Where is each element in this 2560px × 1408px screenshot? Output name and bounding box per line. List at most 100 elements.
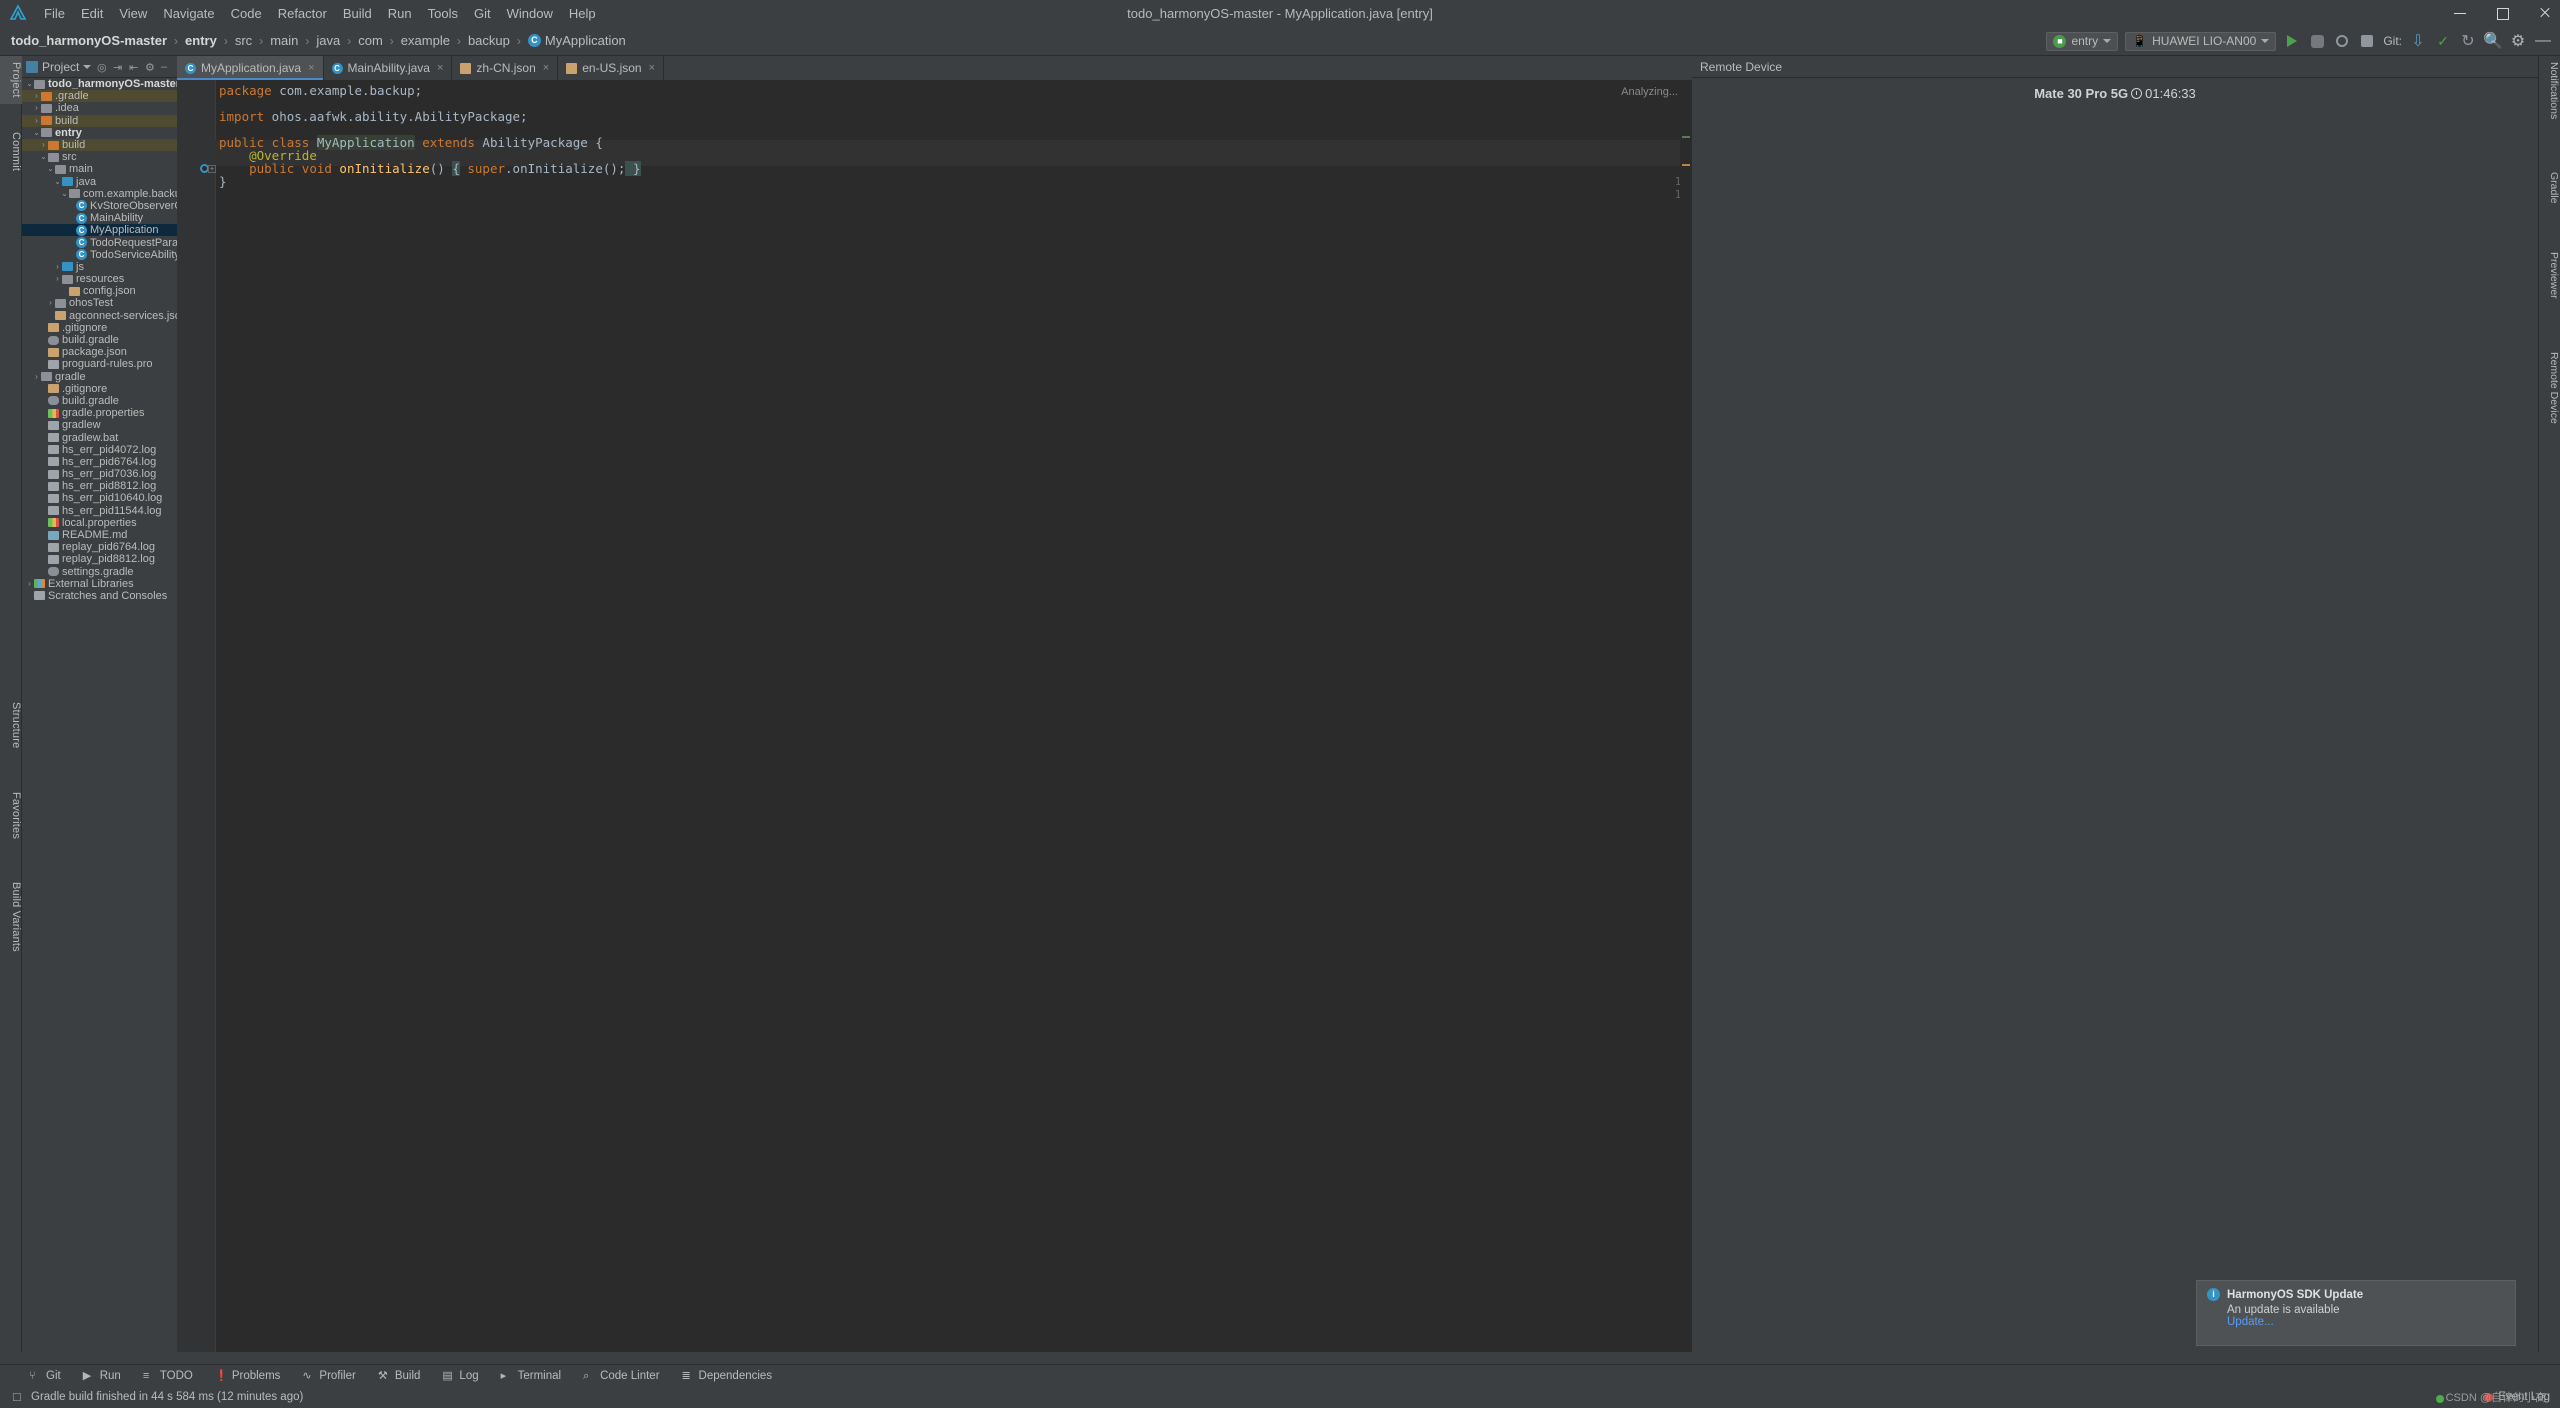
breadcrumb-item-src[interactable]: src <box>232 33 255 48</box>
tool-window-todo[interactable]: ≡ TODO <box>132 1370 204 1382</box>
breadcrumb-item-class[interactable]: C MyApplication <box>525 33 629 48</box>
tree-item[interactable]: hs_err_pid11544.log <box>22 505 177 517</box>
editor-tab[interactable]: en-US.json × <box>558 56 665 80</box>
editor-scrollbar[interactable] <box>1680 80 1692 1352</box>
tree-item[interactable]: › gradle <box>22 371 177 383</box>
close-icon[interactable]: × <box>543 62 549 74</box>
tree-item[interactable]: hs_err_pid4072.log <box>22 444 177 456</box>
tool-window-profiler[interactable]: ∿ Profiler <box>291 1370 366 1382</box>
tree-item[interactable]: settings.gradle <box>22 566 177 578</box>
tree-item[interactable]: .gitignore <box>22 322 177 334</box>
menu-item-help[interactable]: Help <box>561 4 604 23</box>
editor-tab[interactable]: C MyApplication.java × <box>177 56 324 80</box>
search-icon[interactable]: 🔍 <box>2483 32 2503 50</box>
tool-window-log[interactable]: ▤ Log <box>431 1370 489 1382</box>
tool-window-run[interactable]: ▶ Run <box>72 1370 132 1382</box>
menu-item-file[interactable]: File <box>36 4 73 23</box>
tree-item[interactable]: gradle.properties <box>22 407 177 419</box>
tree-item[interactable]: › External Libraries <box>22 578 177 590</box>
tool-window-build[interactable]: ⚒ Build <box>367 1370 432 1382</box>
breadcrumb-item-com[interactable]: com <box>355 33 386 48</box>
editor-tab-bar[interactable]: C MyApplication.java × C MainAbility.java × zh… <box>177 56 1692 80</box>
sidebar-item-commit[interactable]: Commit <box>0 126 22 177</box>
close-icon[interactable]: × <box>437 62 443 74</box>
tree-item[interactable]: agconnect-services.json <box>22 310 177 322</box>
breadcrumb-item-backup[interactable]: backup <box>465 33 513 48</box>
sidebar-item-remote-device[interactable]: Remote Device <box>2538 346 2560 430</box>
collapse-all-icon[interactable]: ⇥ <box>113 61 125 74</box>
tree-item[interactable]: ⌄ java <box>22 176 177 188</box>
sidebar-item-structure[interactable]: Structure <box>0 696 22 754</box>
tool-window-git[interactable]: ⑂ Git <box>18 1370 72 1382</box>
code-editor[interactable]: Analyzing... 1 2 3 4 5 6 7 10 11 + packa… <box>177 80 1692 1352</box>
tree-item[interactable]: replay_pid6764.log <box>22 541 177 553</box>
tree-item[interactable]: replay_pid8812.log <box>22 553 177 565</box>
tree-item[interactable]: ⌄ src <box>22 151 177 163</box>
sidebar-item-favorites[interactable]: Favorites <box>0 786 22 845</box>
menu-item-navigate[interactable]: Navigate <box>155 4 222 23</box>
sdk-update-notification[interactable]: i HarmonyOS SDK Update An update is avai… <box>2196 1280 2516 1346</box>
tree-item[interactable]: ⌄ main <box>22 163 177 175</box>
tree-item[interactable]: › build <box>22 138 177 152</box>
hide-icon[interactable]: – <box>161 61 173 73</box>
editor-tab[interactable]: zh-CN.json × <box>452 56 559 80</box>
tree-item[interactable]: gradlew.bat <box>22 431 177 444</box>
settings-icon[interactable]: ⚙ <box>2509 32 2527 50</box>
close-icon[interactable]: × <box>308 62 314 74</box>
menu-item-edit[interactable]: Edit <box>73 4 111 23</box>
breadcrumb-item-main[interactable]: main <box>267 33 301 48</box>
tree-item[interactable]: ⌄todo_harmonyOS-masterE:\yingyon <box>22 78 177 90</box>
tree-item[interactable]: CTodoRequestParam <box>22 236 177 249</box>
expand-icon[interactable]: ⇤ <box>129 61 141 74</box>
editor-tab[interactable]: C MainAbility.java × <box>324 56 453 80</box>
breadcrumb-item-example[interactable]: example <box>398 33 453 48</box>
maximize-icon[interactable] <box>2494 5 2510 21</box>
minimize-icon[interactable] <box>2452 5 2468 21</box>
tree-item[interactable]: .gitignore <box>22 383 177 395</box>
sidebar-item-gradle[interactable]: Gradle <box>2538 166 2560 210</box>
tree-item[interactable]: hs_err_pid8812.log <box>22 480 177 492</box>
tree-item[interactable]: hs_err_pid10640.log <box>22 492 177 504</box>
menu-item-refactor[interactable]: Refactor <box>270 4 335 23</box>
locate-icon[interactable]: ◎ <box>97 61 109 74</box>
tree-item[interactable]: gradlew <box>22 419 177 431</box>
menu-item-window[interactable]: Window <box>499 4 561 23</box>
close-icon[interactable] <box>2536 5 2552 21</box>
sidebar-item-previewer[interactable]: Previewer <box>2538 246 2560 305</box>
tree-item[interactable]: proguard-rules.pro <box>22 358 177 370</box>
git-commit-icon[interactable]: ✓ <box>2434 32 2452 50</box>
tool-window-terminal[interactable]: ▸ Terminal <box>490 1370 572 1382</box>
tree-item[interactable]: C MyApplication <box>22 224 177 237</box>
breadcrumb-item-entry[interactable]: entry <box>182 33 220 48</box>
close-icon[interactable]: × <box>649 62 655 74</box>
menu-item-git[interactable]: Git <box>466 4 499 23</box>
menu-item-tools[interactable]: Tools <box>420 4 466 23</box>
breadcrumb-item-project[interactable]: todo_harmonyOS-master <box>8 33 170 48</box>
tree-item[interactable]: ⌄ com.example.backup <box>22 188 177 200</box>
tree-item[interactable]: C KvStoreObserverCl <box>22 200 177 212</box>
project-tree[interactable]: ⌄todo_harmonyOS-masterE:\yingyon›.gradle… <box>22 78 177 1352</box>
hide-panel-icon[interactable]: — <box>2534 32 2552 50</box>
tree-item[interactable]: build.gradle <box>22 334 177 346</box>
tree-item[interactable]: README.md <box>22 529 177 541</box>
chevron-down-icon[interactable] <box>83 64 92 69</box>
tool-window-problems[interactable]: ❗ Problems <box>204 1370 292 1382</box>
code-fold-icon[interactable]: + <box>208 165 216 173</box>
device-selector[interactable]: 📱 HUAWEI LIO-AN00 <box>2125 31 2277 51</box>
sidebar-item-project[interactable]: Project <box>0 56 22 104</box>
tool-window-code-linter[interactable]: ⌕ Code Linter <box>572 1370 670 1382</box>
menu-item-run[interactable]: Run <box>380 4 420 23</box>
sidebar-item-build-variants[interactable]: Build Variants <box>0 876 22 958</box>
tool-window-dependencies[interactable]: ≣ Dependencies <box>671 1370 784 1382</box>
tree-item[interactable]: hs_err_pid7036.log <box>22 468 177 480</box>
menu-item-code[interactable]: Code <box>223 4 270 23</box>
git-history-icon[interactable]: ↻ <box>2459 32 2477 50</box>
stop-icon[interactable] <box>2358 32 2376 50</box>
tree-item[interactable]: › .gradle <box>22 90 177 103</box>
profiler-icon[interactable] <box>2333 32 2351 50</box>
breadcrumb-item-java[interactable]: java <box>313 33 343 48</box>
run-icon[interactable] <box>2283 32 2301 50</box>
settings-icon[interactable]: ⚙ <box>145 61 157 74</box>
tree-item[interactable]: › js <box>22 261 177 273</box>
tree-item[interactable]: › .idea <box>22 102 177 114</box>
